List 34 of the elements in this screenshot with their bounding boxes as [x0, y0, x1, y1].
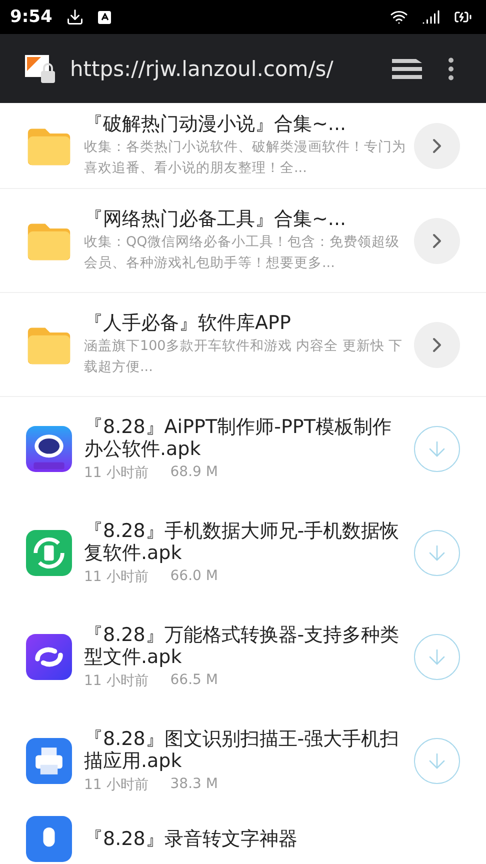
folder-title[interactable]: 『破解热门动漫小说』合集~...	[84, 112, 402, 134]
file-title[interactable]: 『8.28』手机数据大师兄-手机数据恢复软件.apk	[84, 520, 402, 564]
file-title[interactable]: 『8.28』录音转文字神器	[84, 828, 460, 850]
file-size: 68.9 M	[170, 464, 218, 482]
file-title[interactable]: 『8.28』AiPPT制作师-PPT模板制作办公软件.apk	[84, 416, 402, 460]
open-folder-button[interactable]	[414, 122, 460, 168]
phone-sync-app-icon[interactable]	[26, 530, 72, 576]
open-folder-button[interactable]	[414, 218, 460, 264]
file-size: 66.5 M	[170, 672, 218, 690]
text-notification-icon	[98, 10, 112, 24]
download-button[interactable]	[414, 530, 460, 576]
printer-app-icon[interactable]	[26, 738, 72, 784]
signal-icon	[422, 8, 440, 26]
folder-title[interactable]: 『人手必备』软件库APP	[84, 312, 402, 334]
file-time: 11 小时前	[84, 568, 148, 586]
download-button[interactable]	[414, 426, 460, 472]
folder-description: 收集：各类热门小说软件、破解类漫画软件！专门为喜欢追番、看小说的朋友整理！全...	[84, 138, 407, 178]
file-title[interactable]: 『8.28』万能格式转换器-支持多种类型文件.apk	[84, 624, 402, 668]
folder-title[interactable]: 『网络热门必备工具』合集~...	[84, 208, 402, 230]
status-time: 9:54	[10, 7, 52, 27]
file-size: 66.0 M	[170, 568, 218, 586]
file-time: 11 小时前	[84, 464, 148, 482]
file-size: 38.3 M	[170, 776, 218, 794]
file-time: 11 小时前	[84, 672, 148, 690]
folder-description: 涵盖旗下100多款开车软件和游戏 内容全 更新快 下载超方便...	[84, 336, 404, 376]
open-folder-button[interactable]	[414, 322, 460, 368]
microphone-app-icon[interactable]	[26, 816, 72, 862]
file-title[interactable]: 『8.28』图文识别扫描王-强大手机扫描应用.apk	[84, 728, 402, 772]
wifi-icon	[390, 8, 408, 26]
download-button[interactable]	[414, 634, 460, 680]
download-icon	[66, 8, 84, 26]
file-time: 11 小时前	[84, 776, 148, 794]
download-button[interactable]	[414, 738, 460, 784]
folder-description: 收集：QQ微信网络必备小工具！包含：免费领超级会员、各种游戏礼包助手等！想要更多...	[84, 232, 400, 272]
